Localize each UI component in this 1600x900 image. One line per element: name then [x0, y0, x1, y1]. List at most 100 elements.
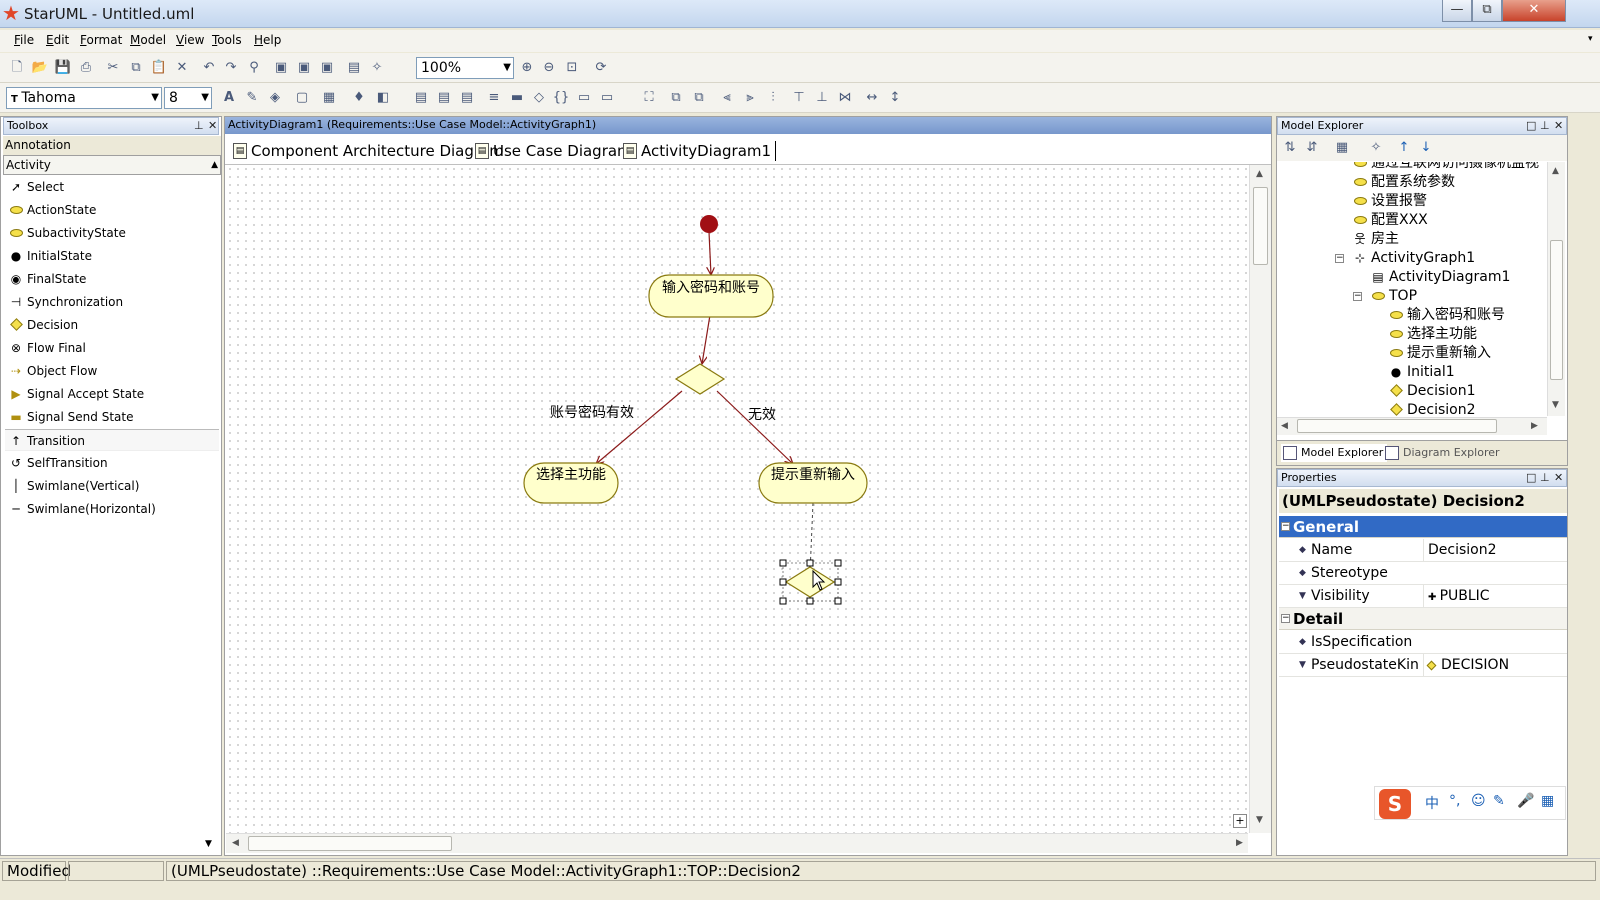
tree-item-usecase[interactable]: 配置系统参数	[1351, 173, 1455, 192]
redo-icon[interactable]: ↷	[222, 59, 240, 77]
tree-item-top[interactable]: TOP	[1369, 287, 1417, 306]
horizontal-scroll-thumb[interactable]	[248, 836, 452, 851]
collapse-icon[interactable]: −	[1353, 292, 1362, 301]
float-icon[interactable]: □	[1526, 118, 1536, 134]
toolbox-section-annotation[interactable]: Annotation	[3, 136, 221, 156]
tree-item-diagram[interactable]: ▤ ActivityDiagram1	[1369, 268, 1510, 287]
tool-subactivity-state[interactable]: SubactivityState	[5, 222, 219, 244]
transition-action1-to-decision1[interactable]	[702, 314, 711, 364]
move-down-icon[interactable]: ↓	[1417, 139, 1435, 157]
diagram-horizontal-scrollbar[interactable]: ◀ ▶	[226, 833, 1248, 853]
collapse-icon[interactable]: −	[1281, 522, 1290, 531]
punctuation-icon[interactable]: °,	[1449, 793, 1460, 809]
auto-resize-icon[interactable]: ▢	[293, 89, 311, 107]
scroll-down-icon[interactable]: ▼	[1552, 400, 1559, 410]
align-bottom-icon[interactable]: ⊥	[813, 89, 831, 107]
tool-synchronization[interactable]: ⊣ Synchronization	[5, 291, 219, 313]
ime-language-toggle[interactable]: 中	[1425, 793, 1439, 813]
tree-item-actor[interactable]: 웃 房主	[1351, 230, 1399, 249]
tab-diagram-explorer[interactable]: Diagram Explorer	[1383, 444, 1500, 462]
property-isspecification[interactable]: ◆ IsSpecification	[1279, 631, 1567, 654]
transition-invalid[interactable]	[716, 390, 793, 464]
line-style-icon[interactable]: ▦	[320, 89, 338, 107]
align-center-icon[interactable]: ⫶	[764, 89, 782, 107]
word-wrap-icon[interactable]: ▤	[458, 89, 476, 107]
bring-to-front-icon[interactable]: ⧉	[667, 89, 685, 107]
menu-overflow-icon[interactable]: ▾	[1588, 34, 1593, 44]
property-name[interactable]: ◆ Name Decision2	[1279, 539, 1567, 562]
transition-initial-to-action1[interactable]	[709, 231, 711, 275]
show-parent-icon[interactable]: ◇	[530, 89, 548, 107]
wizard-icon[interactable]: ✧	[368, 59, 386, 77]
tree-item-usecase[interactable]: 设置报警	[1351, 192, 1427, 211]
tool-self-transition[interactable]: ↺ SelfTransition	[5, 452, 219, 474]
font-family-select[interactable]: T Tahoma ▼	[6, 87, 162, 109]
close-icon[interactable]: ✕	[1554, 470, 1563, 486]
tree-item-activity-graph[interactable]: ⊹ ActivityGraph1	[1351, 249, 1475, 268]
tool-final-state[interactable]: ◉ FinalState	[5, 268, 219, 290]
tool-signal-accept-state[interactable]: ▶ Signal Accept State	[5, 383, 219, 405]
minimize-button[interactable]: —	[1442, 0, 1472, 22]
line-color-icon[interactable]: ✎	[243, 89, 261, 107]
vertical-scroll-thumb[interactable]	[1253, 187, 1268, 265]
refresh-icon[interactable]: ⟳	[592, 59, 610, 77]
pseudostatekind-select[interactable]: DECISION	[1423, 654, 1565, 676]
diagram-vertical-scrollbar[interactable]: ▲ ▼	[1249, 165, 1271, 833]
open-folder-icon[interactable]: 📂	[31, 59, 49, 77]
property-visibility[interactable]: ▼ Visibility ✚ PUBLIC	[1279, 585, 1567, 609]
close-icon[interactable]: ✕	[208, 118, 217, 134]
show-stereotype-icon[interactable]: ▭	[598, 89, 616, 107]
diagram-canvas[interactable]: 输入密码和账号 账号密码有效 无效 选择主功能 提示重新输入	[226, 165, 1248, 833]
space-vertical-icon[interactable]: ↕	[886, 89, 904, 107]
fill-color-icon[interactable]: ◈	[266, 89, 284, 107]
show-properties-icon[interactable]: {}	[552, 89, 570, 107]
save-icon[interactable]: 💾	[54, 59, 72, 77]
menu-view[interactable]: View	[176, 33, 204, 47]
format-icon[interactable]: ♦	[350, 89, 368, 107]
model-icon[interactable]: ✧	[1367, 139, 1385, 157]
find-icon[interactable]: ⚲	[245, 59, 263, 77]
ime-logo[interactable]: S	[1379, 789, 1411, 819]
scroll-up-icon[interactable]: ▲	[1552, 166, 1559, 176]
tab-model-explorer[interactable]: Model Explorer	[1281, 444, 1388, 462]
tool-flow-final[interactable]: ⊗ Flow Final	[5, 337, 219, 359]
align-middle-icon[interactable]: ⋈	[836, 89, 854, 107]
sort-descending-icon[interactable]: ⇵	[1303, 139, 1321, 157]
menu-file[interactable]: File	[14, 33, 34, 47]
show-extended-icon[interactable]: ▭	[575, 89, 593, 107]
emoji-icon[interactable]: ☺	[1471, 793, 1486, 809]
filter-icon[interactable]: ▦	[1333, 139, 1351, 157]
collapse-icon[interactable]: −	[1335, 254, 1344, 263]
tree-item-action-state[interactable]: 选择主功能	[1387, 325, 1477, 344]
visibility-select[interactable]: ✚ PUBLIC	[1423, 585, 1565, 609]
zoom-select[interactable]: 100% ▼	[416, 57, 514, 79]
diagram-tool-3-icon[interactable]: ▣	[318, 59, 336, 77]
space-horizontal-icon[interactable]: ↔	[863, 89, 881, 107]
handwriting-icon[interactable]: ✎	[1493, 793, 1505, 809]
tree-item-action-state[interactable]: 输入密码和账号	[1387, 306, 1505, 325]
navigator-icon[interactable]: +	[1233, 814, 1247, 828]
scroll-down-icon[interactable]: ▼	[1256, 815, 1263, 825]
toolbox-grid-icon[interactable]: ▦	[1541, 793, 1554, 809]
tree-item-decision[interactable]: Decision2	[1387, 401, 1476, 418]
zoom-in-icon[interactable]: ⊕	[518, 59, 536, 77]
suppress-attributes-icon[interactable]: ▤	[412, 89, 430, 107]
collapse-icon[interactable]: −	[1281, 614, 1290, 623]
pin-icon[interactable]: ⊥	[1540, 470, 1550, 486]
float-icon[interactable]: □	[1526, 470, 1536, 486]
tree-item-usecase[interactable]: 通过互联网访问摄像机监视	[1351, 162, 1539, 173]
menu-format[interactable]: Format	[80, 33, 122, 47]
scroll-down-icon[interactable]: ▼	[205, 839, 212, 849]
show-compartment-icon[interactable]: ▬	[508, 89, 526, 107]
tool-transition[interactable]: ↑ Transition	[5, 429, 219, 451]
decision-2[interactable]	[784, 566, 836, 598]
diagram-tool-2-icon[interactable]: ▣	[295, 59, 313, 77]
toolbox-section-activity[interactable]: Activity ▲	[3, 155, 221, 175]
menu-help[interactable]: Help	[254, 33, 281, 47]
copy-icon[interactable]: ⧉	[127, 59, 145, 77]
tab-activity-diagram1[interactable]: ▤ ActivityDiagram1	[621, 141, 777, 161]
paste-icon[interactable]: 📋	[150, 59, 168, 77]
maximize-button[interactable]: ⧉	[1472, 0, 1502, 22]
font-color-icon[interactable]: A	[220, 89, 238, 107]
category-detail[interactable]: − Detail	[1279, 608, 1567, 630]
